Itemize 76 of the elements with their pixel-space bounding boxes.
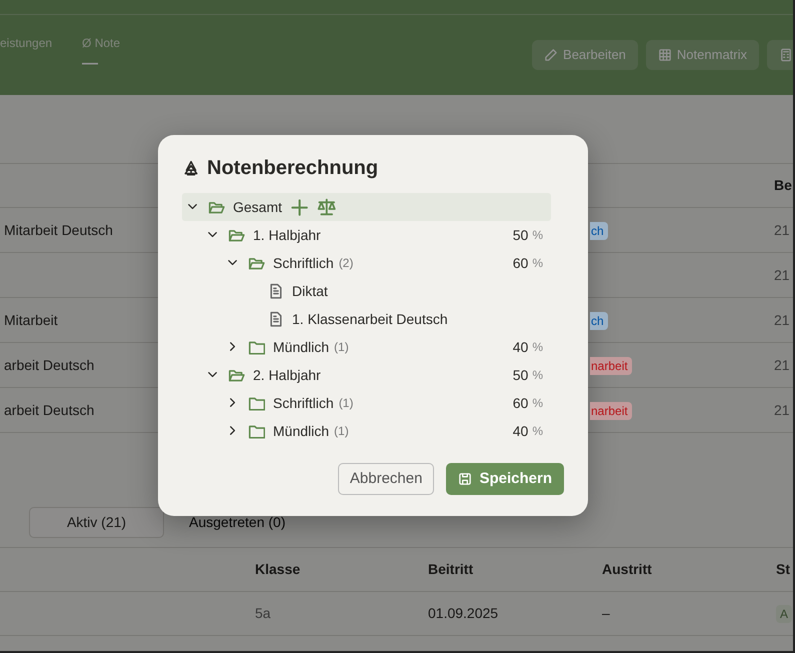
percent-unit: %: [532, 339, 543, 356]
table-cell: 01.09.2025: [428, 605, 498, 621]
folder-icon: [248, 338, 265, 356]
folder-icon: [248, 422, 265, 440]
tag: ch: [590, 222, 608, 240]
weight-value: 50: [512, 226, 528, 244]
table-cell: 21: [774, 266, 790, 282]
tag: ch: [590, 312, 608, 330]
weight-value: 60: [512, 394, 528, 412]
percent-unit: %: [532, 227, 543, 244]
table-cell: arbeit Deutsch: [4, 402, 94, 418]
weight-value: 60: [512, 254, 528, 272]
grid-icon: [658, 48, 672, 62]
tag: narbeit: [590, 402, 632, 420]
tree-row[interactable]: Schriftlich (2) 60 %: [182, 249, 551, 277]
tree-label: Gesamt: [233, 198, 282, 216]
column-header: Austritt: [602, 561, 652, 577]
table-cell: 21: [774, 356, 790, 372]
dialog-title: Notenberechnung: [207, 156, 378, 181]
tree-label: Mündlich: [273, 422, 330, 440]
document-icon: [268, 311, 284, 327]
cancel-button[interactable]: Abbrechen: [338, 463, 434, 495]
tree-row[interactable]: 2. Halbjahr 50 %: [182, 361, 551, 389]
tree-row[interactable]: Mündlich (1) 40 %: [182, 333, 551, 361]
table-cell: –: [602, 605, 610, 621]
table-cell: 21: [774, 402, 790, 418]
percent-unit: %: [532, 423, 543, 440]
item-count: (2): [338, 255, 354, 272]
percent-unit: %: [532, 367, 543, 384]
column-header: Beitritt: [428, 561, 474, 577]
table-cell: 21: [774, 312, 790, 328]
tag: narbeit: [590, 356, 632, 374]
document-icon: [268, 283, 284, 299]
tree-row[interactable]: Gesamt: [182, 193, 551, 221]
scale-icon[interactable]: [316, 197, 336, 217]
pencil-icon: [544, 48, 558, 62]
add-icon[interactable]: [290, 198, 308, 216]
column-header: St: [776, 561, 790, 577]
tree-row[interactable]: Schriftlich (1) 60 %: [182, 389, 551, 417]
table-cell: 5a: [255, 605, 271, 621]
table-cell: Mitarbeit Deutsch: [4, 222, 113, 238]
folder-icon: [248, 394, 265, 412]
tab[interactable]: Aktiv (21): [29, 507, 164, 538]
percent-unit: %: [532, 255, 543, 272]
stat-label: eistungen: [0, 35, 52, 52]
table-cell: arbeit Deutsch: [4, 356, 94, 372]
stat-value: —: [82, 54, 100, 74]
item-count: (1): [334, 423, 349, 440]
tree-row[interactable]: 1. Halbjahr 50 %: [182, 221, 551, 249]
weight-value: 50: [512, 366, 528, 384]
status-tag: A: [776, 605, 792, 623]
tree-icon: [182, 160, 199, 176]
tree-label: 1. Klassenarbeit Deutsch: [292, 310, 448, 328]
tab[interactable]: Ausgetreten (0): [178, 507, 296, 538]
tree-label: 1. Halbjahr: [253, 226, 321, 245]
stat-label: Ø Note: [82, 35, 120, 52]
tree-label: Schriftlich: [273, 394, 334, 412]
tree-row[interactable]: Diktat: [182, 277, 551, 305]
percent-unit: %: [532, 395, 543, 412]
save-button[interactable]: Speichern: [446, 463, 564, 495]
column-header: Klasse: [255, 561, 300, 577]
tree-label: 2. Halbjahr: [253, 366, 321, 385]
item-count: (1): [334, 339, 349, 356]
column-header: Be: [774, 177, 792, 193]
item-count: (1): [338, 395, 354, 412]
tree-row[interactable]: 1. Klassenarbeit Deutsch: [182, 305, 551, 333]
weight-value: 40: [512, 338, 528, 356]
tree-row[interactable]: Mündlich (1) 40 %: [182, 417, 551, 445]
tree-label: Diktat: [292, 282, 328, 300]
tree-label: Mündlich: [273, 338, 330, 356]
weight-value: 40: [512, 422, 528, 440]
tree-label: Schriftlich: [273, 254, 334, 272]
calculator-icon: [779, 48, 793, 62]
table-cell: Mitarbeit: [4, 312, 58, 328]
save-icon: [458, 472, 472, 486]
table-cell: 21: [774, 222, 790, 238]
